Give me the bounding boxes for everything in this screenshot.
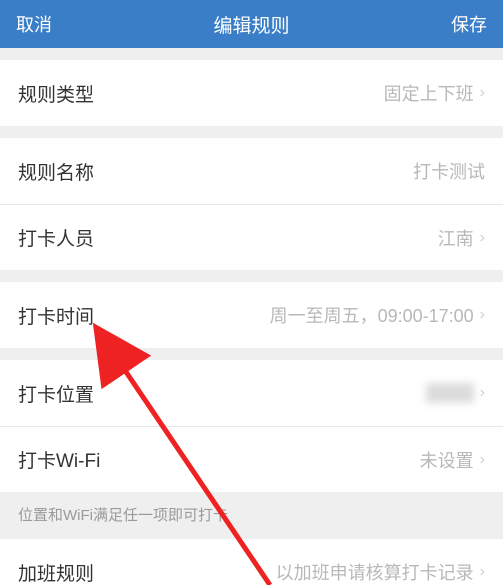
location-wifi-hint: 位置和WiFi满足任一项即可打卡: [0, 492, 503, 539]
members-value: 江南 ›: [438, 225, 485, 251]
row-rule-type[interactable]: 规则类型 固定上下班 ›: [0, 60, 503, 126]
wifi-label: 打卡Wi-Fi: [18, 446, 100, 473]
overtime-value: 以加班申请核算打卡记录 ›: [276, 559, 485, 585]
header-bar: 取消 编辑规则 保存: [0, 0, 503, 48]
chevron-right-icon: ›: [480, 563, 485, 581]
save-button[interactable]: 保存: [451, 11, 487, 37]
section-gap: [0, 126, 503, 138]
rule-type-label: 规则类型: [18, 80, 94, 107]
location-value: ›: [426, 383, 485, 403]
members-value-text: 江南: [438, 225, 474, 251]
overtime-label: 加班规则: [18, 559, 94, 585]
section-gap: [0, 270, 503, 282]
chevron-right-icon: ›: [480, 306, 485, 324]
time-label: 打卡时间: [18, 302, 94, 329]
location-value-blurred: [426, 383, 474, 403]
row-rule-name[interactable]: 规则名称 打卡测试: [0, 138, 503, 204]
row-members[interactable]: 打卡人员 江南 ›: [0, 204, 503, 270]
time-value-text: 周一至周五，09:00-17:00: [270, 302, 474, 328]
chevron-right-icon: ›: [480, 84, 485, 102]
row-overtime[interactable]: 加班规则 以加班申请核算打卡记录 ›: [0, 539, 503, 585]
page-title: 编辑规则: [213, 11, 289, 38]
rule-name-value: 打卡测试: [413, 158, 485, 184]
section-gap: [0, 348, 503, 360]
wifi-value-text: 未设置: [420, 447, 474, 473]
row-wifi[interactable]: 打卡Wi-Fi 未设置 ›: [0, 426, 503, 492]
location-label: 打卡位置: [18, 380, 94, 407]
wifi-value: 未设置 ›: [420, 447, 485, 473]
chevron-right-icon: ›: [480, 384, 485, 402]
rule-type-value-text: 固定上下班: [384, 80, 474, 106]
row-location[interactable]: 打卡位置 ›: [0, 360, 503, 426]
time-value: 周一至周五，09:00-17:00 ›: [270, 302, 485, 328]
chevron-right-icon: ›: [480, 451, 485, 469]
rule-type-value: 固定上下班 ›: [384, 80, 485, 106]
chevron-right-icon: ›: [480, 229, 485, 247]
row-time[interactable]: 打卡时间 周一至周五，09:00-17:00 ›: [0, 282, 503, 348]
members-label: 打卡人员: [18, 224, 94, 251]
rule-name-label: 规则名称: [18, 158, 94, 185]
overtime-value-text: 以加班申请核算打卡记录: [276, 559, 474, 585]
cancel-button[interactable]: 取消: [16, 11, 52, 37]
section-gap: [0, 48, 503, 60]
rule-name-value-text: 打卡测试: [413, 158, 485, 184]
